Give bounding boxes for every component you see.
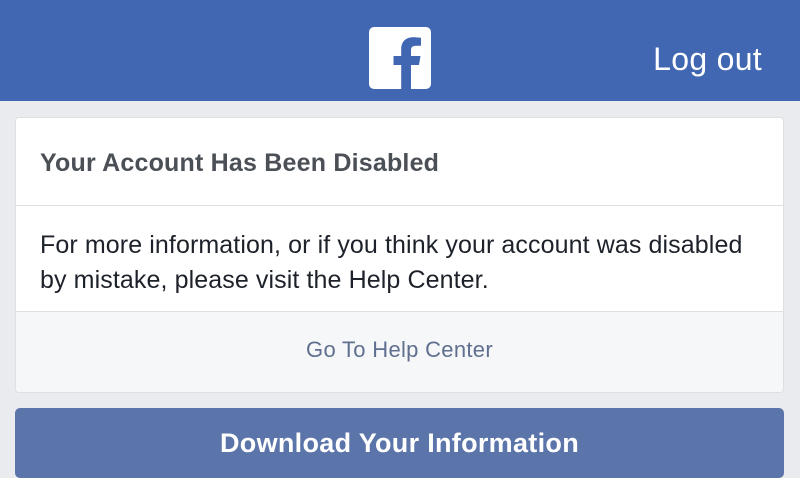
facebook-logo-icon[interactable] bbox=[369, 27, 431, 89]
card-footer: Go To Help Center bbox=[16, 312, 783, 392]
card-title: Your Account Has Been Disabled bbox=[40, 149, 440, 177]
go-to-help-center-link[interactable]: Go To Help Center bbox=[306, 337, 493, 362]
account-disabled-card: Your Account Has Been Disabled For more … bbox=[15, 117, 784, 393]
card-header: Your Account Has Been Disabled bbox=[16, 118, 783, 206]
logout-link[interactable]: Log out bbox=[653, 39, 762, 79]
top-navigation-bar: Log out bbox=[0, 0, 800, 101]
download-your-information-button[interactable]: Download Your Information bbox=[15, 408, 784, 478]
card-body: For more information, or if you think yo… bbox=[16, 206, 783, 312]
card-message: For more information, or if you think yo… bbox=[40, 231, 743, 294]
